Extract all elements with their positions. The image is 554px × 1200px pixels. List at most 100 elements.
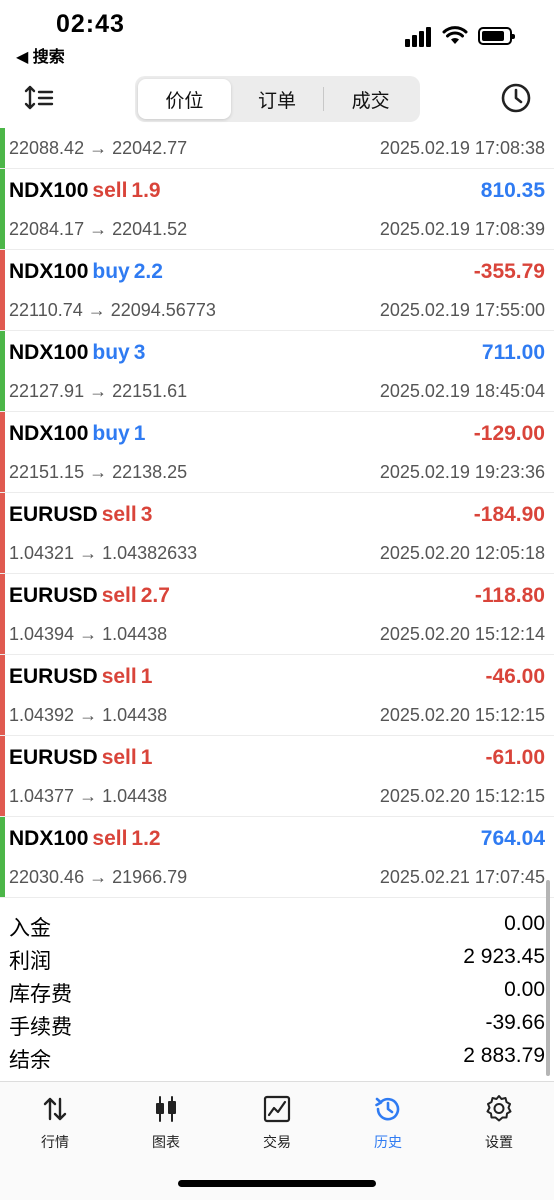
deal-volume: 3: [140, 503, 153, 526]
deal-prices: 22151.15 → 22138.25: [9, 462, 188, 482]
deal-profit: -355.79: [473, 260, 545, 283]
deal-result-bar: [0, 412, 5, 492]
wifi-icon: [442, 26, 468, 44]
sort-icon[interactable]: [22, 80, 58, 116]
tab-label: 图表: [152, 1134, 180, 1150]
deal-time: 2025.02.20 15:12:15: [379, 786, 545, 806]
deal-prices: 1.04377 → 1.04438: [9, 786, 168, 806]
deal-prices: 22110.74 → 22094.56773: [9, 300, 216, 320]
deal-list[interactable]: 22088.42 → 22042.77 2025.02.19 17:08:38 ND…: [0, 128, 554, 902]
deal-result-bar: [0, 655, 5, 735]
deal-side: sell: [92, 827, 128, 850]
settings-icon: [486, 1095, 512, 1122]
clock-icon[interactable]: [498, 80, 534, 116]
deal-row[interactable]: EURUSD sell 1 -61.00 1.04377 → 1.04438 2025.0…: [0, 736, 554, 817]
deal-symbol: EURUSD sell 1: [9, 746, 152, 770]
tab-chart[interactable]: 图表: [126, 1094, 206, 1152]
summary-label: 结余: [9, 1049, 51, 1072]
deal-row[interactable]: 22088.42 → 22042.77 2025.02.19 17:08:38: [0, 128, 554, 169]
deal-profit: -61.00: [485, 746, 545, 769]
deal-symbol: EURUSD sell 2.7: [9, 584, 170, 608]
deal-symbol: EURUSD sell 3: [9, 503, 152, 527]
deal-row[interactable]: NDX100 buy 3 711.00 22127.91 → 22151.61 2025.…: [0, 331, 554, 412]
tab-label: 交易: [263, 1134, 291, 1150]
deal-row[interactable]: EURUSD sell 2.7 -118.80 1.04394 → 1.04438 202…: [0, 574, 554, 655]
home-indicator: [178, 1180, 376, 1187]
status-bar: 02:43 ◀ 搜索: [0, 0, 554, 70]
segment-deals[interactable]: 成交: [324, 79, 417, 119]
deal-result-bar: [0, 574, 5, 654]
summary-label: 手续费: [9, 1016, 72, 1039]
symbol-name: NDX100: [9, 827, 89, 850]
history-icon: [375, 1097, 400, 1121]
battery-icon: [478, 27, 515, 45]
view-segmented-control: 价位 订单 成交: [135, 76, 420, 122]
tab-settings[interactable]: 设置: [459, 1094, 539, 1152]
deal-volume: 1: [133, 422, 146, 445]
deal-side: buy: [92, 422, 130, 445]
deal-row[interactable]: NDX100 buy 2.2 -355.79 22110.74 → 22094.5677…: [0, 250, 554, 331]
symbol-name: EURUSD: [9, 746, 98, 769]
summary-row: 入金 0.00: [0, 908, 554, 940]
deal-result-bar: [0, 736, 5, 816]
back-to-search-link[interactable]: ◀ 搜索: [16, 43, 65, 67]
deal-profit: 764.04: [480, 827, 545, 850]
symbol-name: EURUSD: [9, 665, 98, 688]
quotes-icon: [43, 1097, 67, 1121]
deal-prices: 22084.17 → 22041.52: [9, 219, 188, 239]
deal-side: sell: [92, 179, 128, 202]
summary-value: -39.66: [485, 1011, 545, 1034]
deal-prices: 22030.46 → 21966.79: [9, 867, 188, 887]
deal-result-bar: [0, 493, 5, 573]
symbol-name: NDX100: [9, 341, 89, 364]
segment-orders[interactable]: 订单: [231, 79, 324, 119]
deal-side: sell: [101, 503, 137, 526]
symbol-name: EURUSD: [9, 503, 98, 526]
chart-icon: [156, 1096, 176, 1122]
deal-volume: 2.7: [140, 584, 170, 607]
deal-profit: 810.35: [480, 179, 545, 202]
tab-history[interactable]: 历史: [348, 1094, 428, 1152]
deal-row[interactable]: NDX100 sell 1.2 764.04 22030.46 → 21966.79 20…: [0, 817, 554, 898]
status-time: 02:43: [56, 10, 125, 38]
deal-time: 2025.02.19 17:08:38: [379, 138, 545, 158]
summary-label: 库存费: [9, 983, 72, 1006]
tab-trade[interactable]: 交易: [237, 1094, 317, 1152]
deal-row[interactable]: EURUSD sell 3 -184.90 1.04321 → 1.04382633 20…: [0, 493, 554, 574]
deal-symbol: NDX100 sell 1.9: [9, 179, 161, 203]
deal-time: 2025.02.20 15:12:15: [379, 705, 545, 725]
summary-value: 0.00: [504, 978, 545, 1001]
summary-value: 2 923.45: [463, 945, 545, 968]
deal-symbol: NDX100 buy 3: [9, 341, 145, 365]
deal-volume: 1.9: [131, 179, 161, 202]
deal-result-bar: [0, 250, 5, 330]
deal-symbol: NDX100 buy 1: [9, 422, 145, 446]
deal-volume: 1: [140, 746, 153, 769]
deal-row[interactable]: NDX100 buy 1 -129.00 22151.15 → 22138.25 2025…: [0, 412, 554, 493]
tab-label: 历史: [374, 1134, 402, 1150]
symbol-name: NDX100: [9, 422, 89, 445]
deal-result-bar: [0, 817, 5, 897]
deal-volume: 1: [140, 665, 153, 688]
deal-time: 2025.02.19 18:45:04: [379, 381, 545, 401]
cellular-signal-icon: [405, 27, 433, 47]
symbol-name: EURUSD: [9, 584, 98, 607]
scrollbar[interactable]: [546, 880, 550, 1076]
deal-profit: -184.90: [473, 503, 545, 526]
deal-side: sell: [101, 665, 137, 688]
deal-prices: 22127.91 → 22151.61: [9, 381, 188, 401]
deal-time: 2025.02.19 17:55:00: [379, 300, 545, 320]
segment-price[interactable]: 价位: [138, 79, 231, 119]
deal-time: 2025.02.20 15:12:14: [379, 624, 545, 644]
deal-row[interactable]: NDX100 sell 1.9 810.35 22084.17 → 22041.52 20…: [0, 169, 554, 250]
summary-row: 库存费 0.00: [0, 974, 554, 1006]
deal-prices: 1.04392 → 1.04438: [9, 705, 168, 725]
deal-result-bar: [0, 128, 5, 168]
summary-value: 2 883.79: [463, 1044, 545, 1067]
symbol-name: NDX100: [9, 260, 89, 283]
tab-quotes[interactable]: 行情: [15, 1094, 95, 1152]
deal-result-bar: [0, 331, 5, 411]
deal-row[interactable]: EURUSD sell 1 -46.00 1.04392 → 1.04438 2025.0…: [0, 655, 554, 736]
account-summary: 入金 0.00 利润 2 923.45 库存费 0.00 手续费 -39.66 结余 2 883.…: [0, 904, 554, 1080]
deal-side: buy: [92, 341, 130, 364]
